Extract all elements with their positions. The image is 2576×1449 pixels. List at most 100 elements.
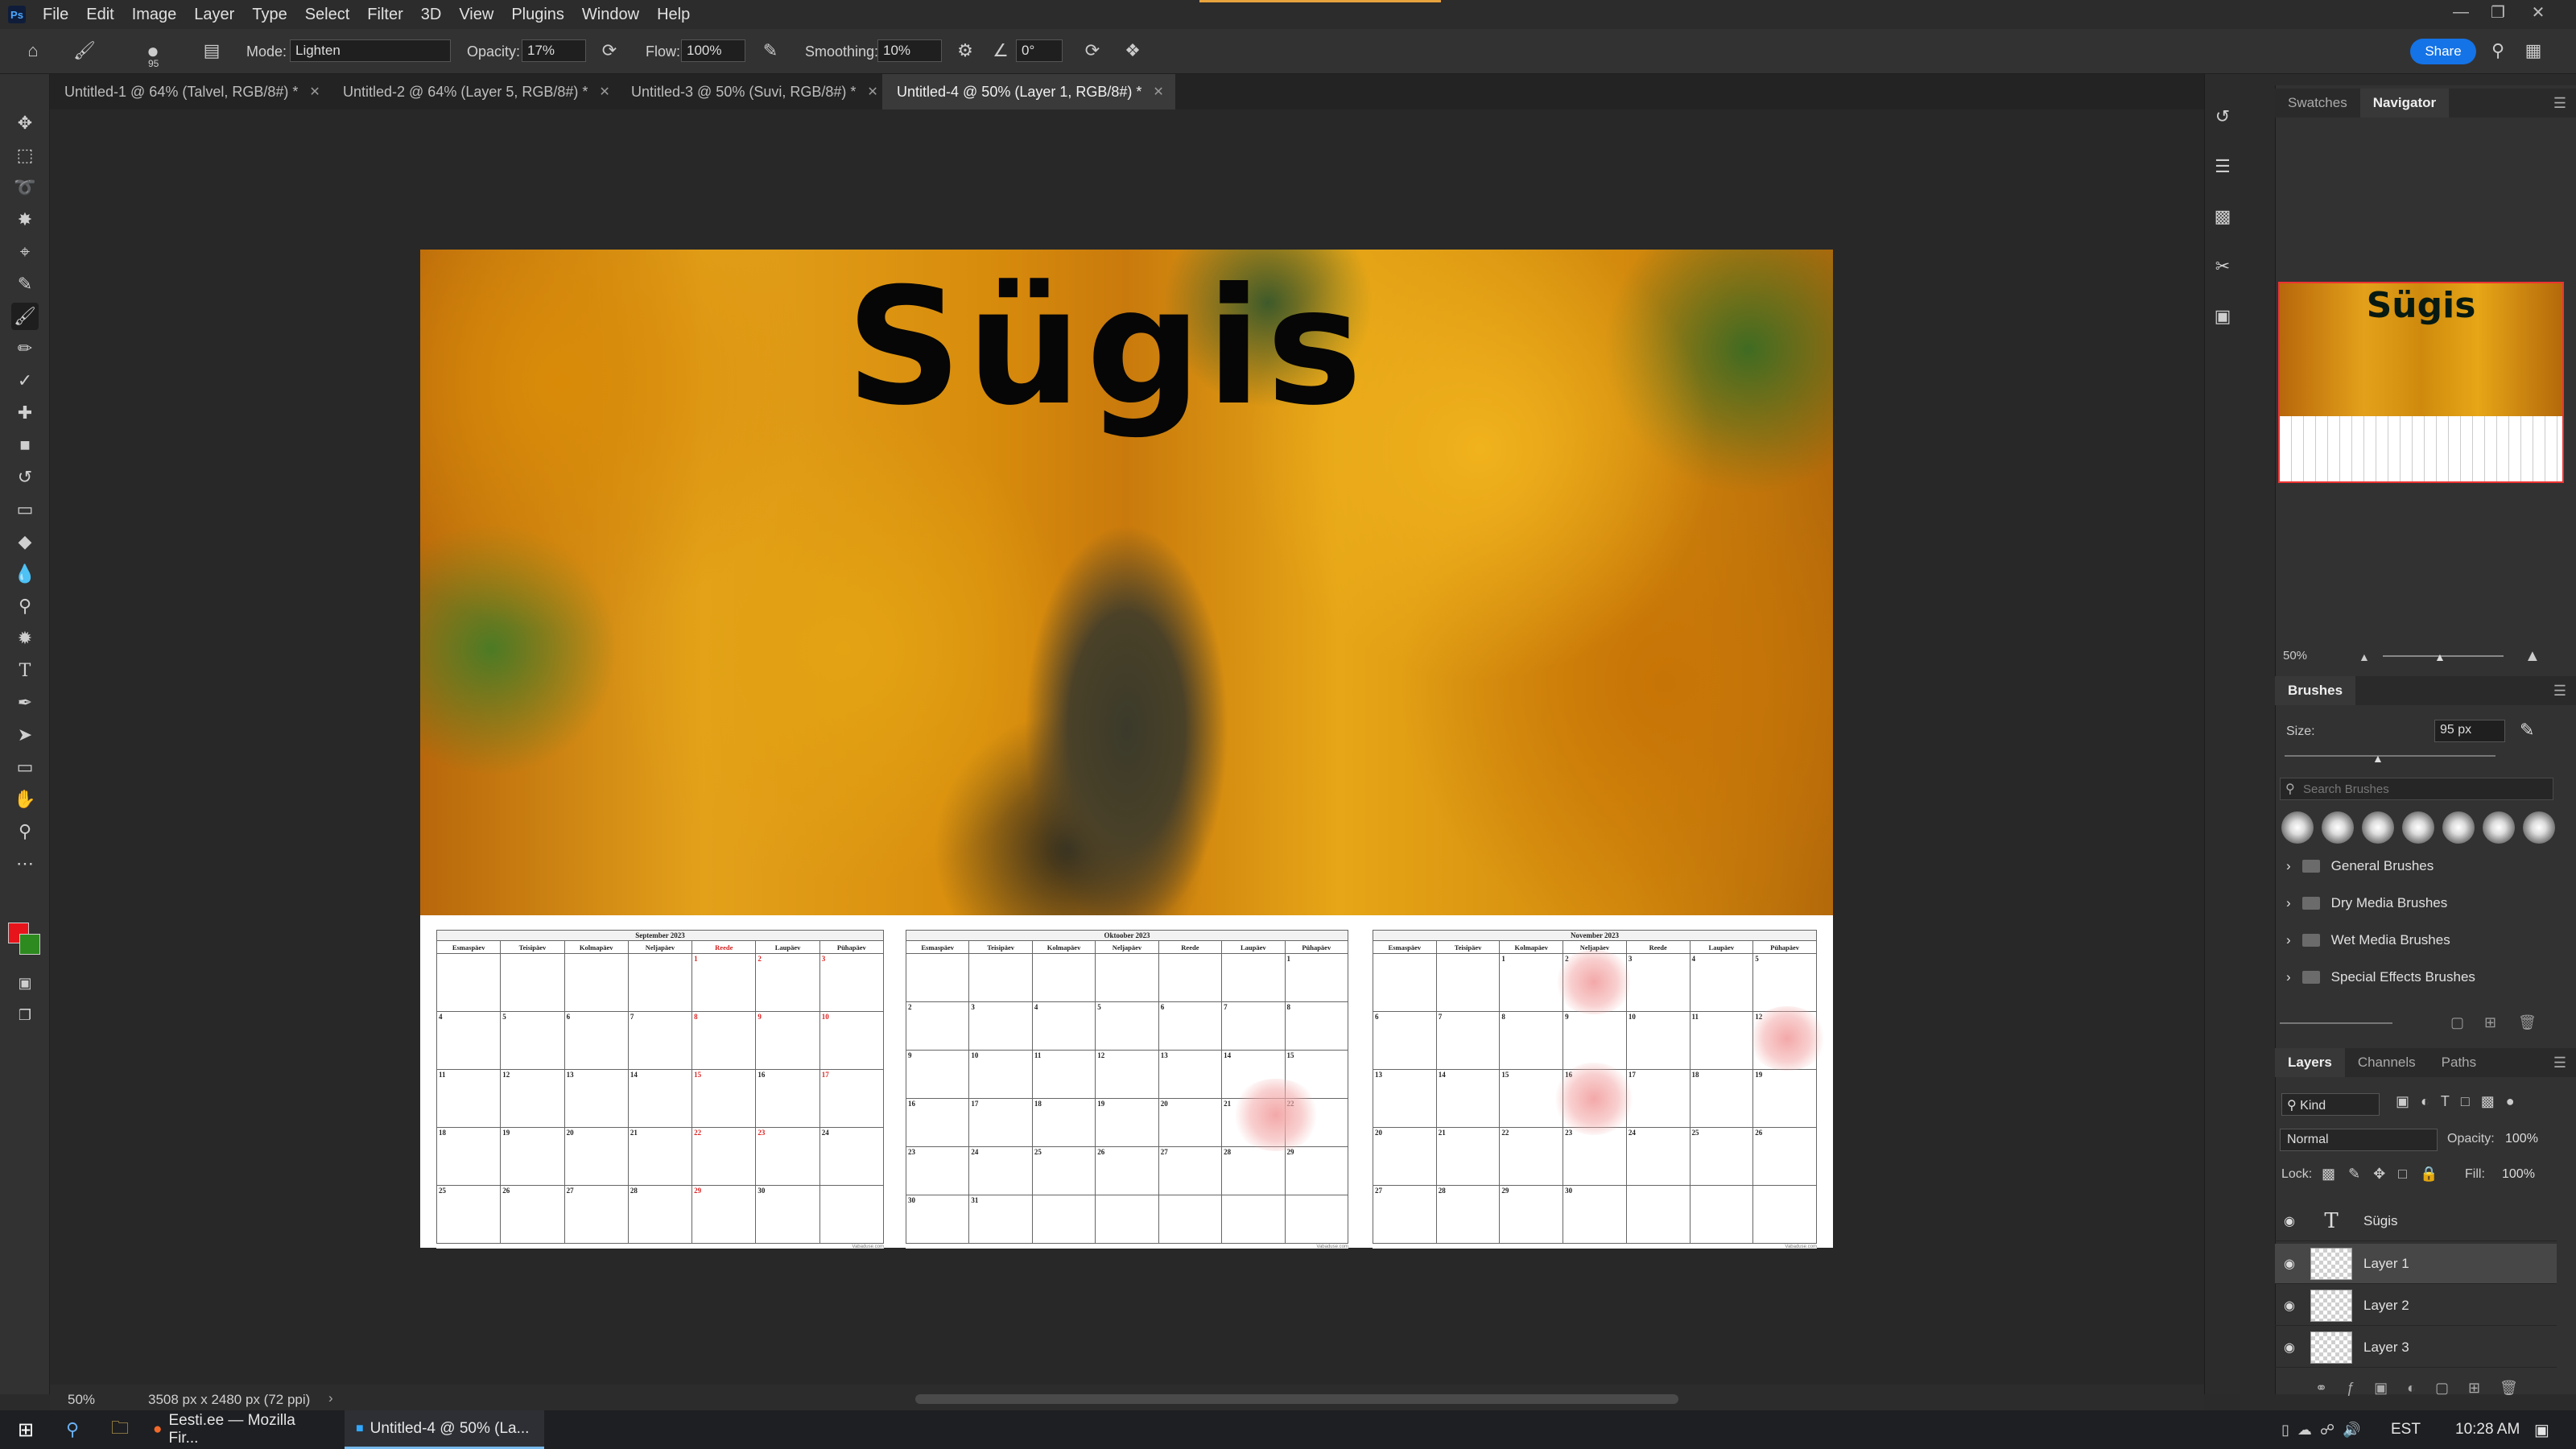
menu-file[interactable]: File	[43, 6, 68, 24]
layer-row-layer-2[interactable]: ◉ Layer 2	[2275, 1286, 2557, 1326]
zoom-out-icon[interactable]: ▲	[2359, 650, 2370, 663]
tab-untitled-3[interactable]: Untitled-3 @ 50% (Suvi, RGB/8#) * ✕	[617, 74, 882, 109]
file-explorer-icon[interactable]: 🗀	[100, 1410, 140, 1449]
eye-icon[interactable]: ◉	[2275, 1256, 2304, 1272]
brush-size-slider[interactable]	[2285, 755, 2496, 757]
share-button[interactable]: Share	[2410, 39, 2476, 64]
blur-tool-icon[interactable]: 💧	[11, 560, 39, 588]
start-icon[interactable]: ⊞	[6, 1410, 45, 1449]
path-select-tool-icon[interactable]: ➤	[11, 721, 39, 749]
close-tab-icon[interactable]: ✕	[599, 84, 609, 100]
brush-preset[interactable]	[2402, 811, 2434, 844]
layer-filter-kind[interactable]: ⚲ Kind	[2281, 1093, 2380, 1116]
language-indicator[interactable]: EST	[2380, 1410, 2432, 1449]
menu-select[interactable]: Select	[305, 6, 350, 24]
brush-preset[interactable]	[2281, 811, 2314, 844]
layer-filter-icons[interactable]: ▣◐T□▩●	[2396, 1093, 2526, 1110]
panel-menu-icon[interactable]: ☰	[2553, 1055, 2566, 1071]
pen-tool-icon[interactable]: ✒	[11, 689, 39, 716]
brush-edit-icon[interactable]: ✎	[2520, 720, 2544, 744]
menu-3d[interactable]: 3D	[421, 6, 442, 24]
opacity-field[interactable]: 17%	[522, 39, 586, 62]
brush-folder-wet-media[interactable]: › Wet Media Brushes	[2286, 932, 2450, 948]
close-icon[interactable]: ✕	[2520, 0, 2557, 24]
horizontal-scroll-thumb[interactable]	[915, 1394, 1678, 1404]
zoom-slider-thumb[interactable]: ▲	[2434, 650, 2446, 663]
menu-view[interactable]: View	[459, 6, 493, 24]
history-panel-icon[interactable]: ↺	[2209, 103, 2236, 130]
pressure-opacity-icon[interactable]: ⟳	[597, 39, 621, 63]
close-tab-icon[interactable]: ✕	[309, 84, 320, 100]
fill-field[interactable]: 100%	[2499, 1164, 2553, 1187]
screen-mode-icon[interactable]: ❐	[11, 1001, 39, 1029]
system-tray-icons[interactable]: ▯☁☍🔊	[2270, 1410, 2380, 1449]
more-tools-icon[interactable]: ⋯	[11, 850, 39, 877]
new-group-icon[interactable]: ▢	[2450, 1014, 2464, 1031]
layer-row-layer-1[interactable]: ◉ Layer 1	[2275, 1244, 2557, 1284]
layer-row-sugis[interactable]: ◉ T Sügis	[2275, 1201, 2557, 1241]
brush-folder-special-effects[interactable]: › Special Effects Brushes	[2286, 969, 2475, 985]
brush-settings-panel-icon[interactable]: ☰	[2209, 153, 2236, 180]
tab-untitled-1[interactable]: Untitled-1 @ 64% (Talvel, RGB/8#) * ✕	[50, 74, 328, 109]
menu-help[interactable]: Help	[657, 6, 690, 24]
brush-folder-general[interactable]: › General Brushes	[2286, 858, 2434, 874]
tab-layers[interactable]: Layers	[2275, 1048, 2345, 1077]
clock[interactable]: 10:28 AM	[2444, 1410, 2531, 1449]
search-icon[interactable]: ⚲	[55, 1410, 90, 1449]
mode-select[interactable]: Lighten	[290, 39, 451, 62]
brush-folder-dry-media[interactable]: › Dry Media Brushes	[2286, 895, 2447, 911]
eyedropper-tool-icon[interactable]: ✎	[11, 270, 39, 298]
libraries-panel-icon[interactable]: ▣	[2209, 303, 2236, 330]
notifications-icon[interactable]: ▣	[2523, 1410, 2561, 1449]
move-tool-icon[interactable]: ✥	[11, 109, 39, 137]
panel-menu-icon[interactable]: ☰	[2553, 683, 2566, 700]
symmetry-icon[interactable]: ❖	[1121, 39, 1145, 63]
brush-tool-icon[interactable]: 🖌	[11, 303, 39, 330]
quick-mask-icon[interactable]: ▣	[11, 969, 39, 997]
tab-navigator[interactable]: Navigator	[2359, 89, 2450, 118]
tab-untitled-2[interactable]: Untitled-2 @ 64% (Layer 5, RGB/8#) * ✕	[328, 74, 617, 109]
layer-actions[interactable]: ⚭ƒ▣◐▢⊞🗑	[2315, 1380, 2537, 1397]
delete-brush-icon[interactable]: 🗑	[2518, 1014, 2537, 1031]
eraser-tool-icon[interactable]: ▭	[11, 496, 39, 523]
menu-filter[interactable]: Filter	[367, 6, 402, 24]
panel-menu-icon[interactable]: ☰	[2553, 95, 2566, 112]
brush-size-thumb[interactable]: ▲	[2372, 752, 2384, 765]
navigator-preview[interactable]: Sügis	[2278, 282, 2564, 483]
pencil-tool-icon[interactable]: ✏	[11, 335, 39, 362]
blend-mode-select[interactable]: Normal	[2280, 1129, 2438, 1151]
search-icon[interactable]: ⚲	[2486, 39, 2510, 63]
eye-icon[interactable]: ◉	[2275, 1298, 2304, 1314]
menu-plugins[interactable]: Plugins	[511, 6, 564, 24]
hand-tool-icon[interactable]: ✋	[11, 786, 39, 813]
chevron-right-icon[interactable]: ›	[328, 1390, 333, 1406]
mixer-brush-tool-icon[interactable]: ✓	[11, 367, 39, 394]
layer-row-layer-3[interactable]: ◉ Layer 3	[2275, 1327, 2557, 1368]
brush-preset[interactable]	[2483, 811, 2515, 844]
brush-angle-field[interactable]: 0°	[1016, 39, 1063, 62]
workspace-icon[interactable]: ▦	[2521, 39, 2545, 63]
new-brush-icon[interactable]: ⊞	[2484, 1014, 2496, 1031]
clone-stamp-tool-icon[interactable]: ■	[11, 431, 39, 459]
tab-channels[interactable]: Channels	[2345, 1048, 2429, 1077]
menu-layer[interactable]: Layer	[194, 6, 234, 24]
layer-opacity-field[interactable]: 100%	[2502, 1129, 2553, 1151]
brush-search-box[interactable]: ⚲ Search Brushes	[2280, 778, 2553, 800]
brush-preset[interactable]	[2523, 811, 2555, 844]
marquee-tool-icon[interactable]: ⬚	[11, 142, 39, 169]
tool-presets-panel-icon[interactable]: ✂	[2209, 253, 2236, 280]
menu-type[interactable]: Type	[252, 6, 287, 24]
restore-icon[interactable]: ❐	[2479, 0, 2516, 24]
tab-untitled-4[interactable]: Untitled-4 @ 50% (Layer 1, RGB/8#) * ✕	[882, 74, 1175, 109]
lock-icons[interactable]: ▩✎✥□🔒	[2322, 1166, 2450, 1183]
brush-tool-preset-icon[interactable]: 🖌	[72, 39, 97, 63]
taskbar-photoshop[interactable]: ■ Untitled-4 @ 50% (La...	[345, 1410, 544, 1449]
history-brush-tool-icon[interactable]: ↺	[11, 464, 39, 491]
status-zoom[interactable]: 50%	[68, 1392, 95, 1408]
pressure-size-icon[interactable]: ⟳	[1080, 39, 1104, 63]
tab-brushes[interactable]: Brushes	[2275, 676, 2356, 705]
gear-icon[interactable]: ⚙	[953, 39, 977, 63]
healing-brush-tool-icon[interactable]: ✚	[11, 399, 39, 427]
zoom-in-icon[interactable]: ▲	[2524, 647, 2541, 666]
lasso-tool-icon[interactable]: ➰	[11, 174, 39, 201]
